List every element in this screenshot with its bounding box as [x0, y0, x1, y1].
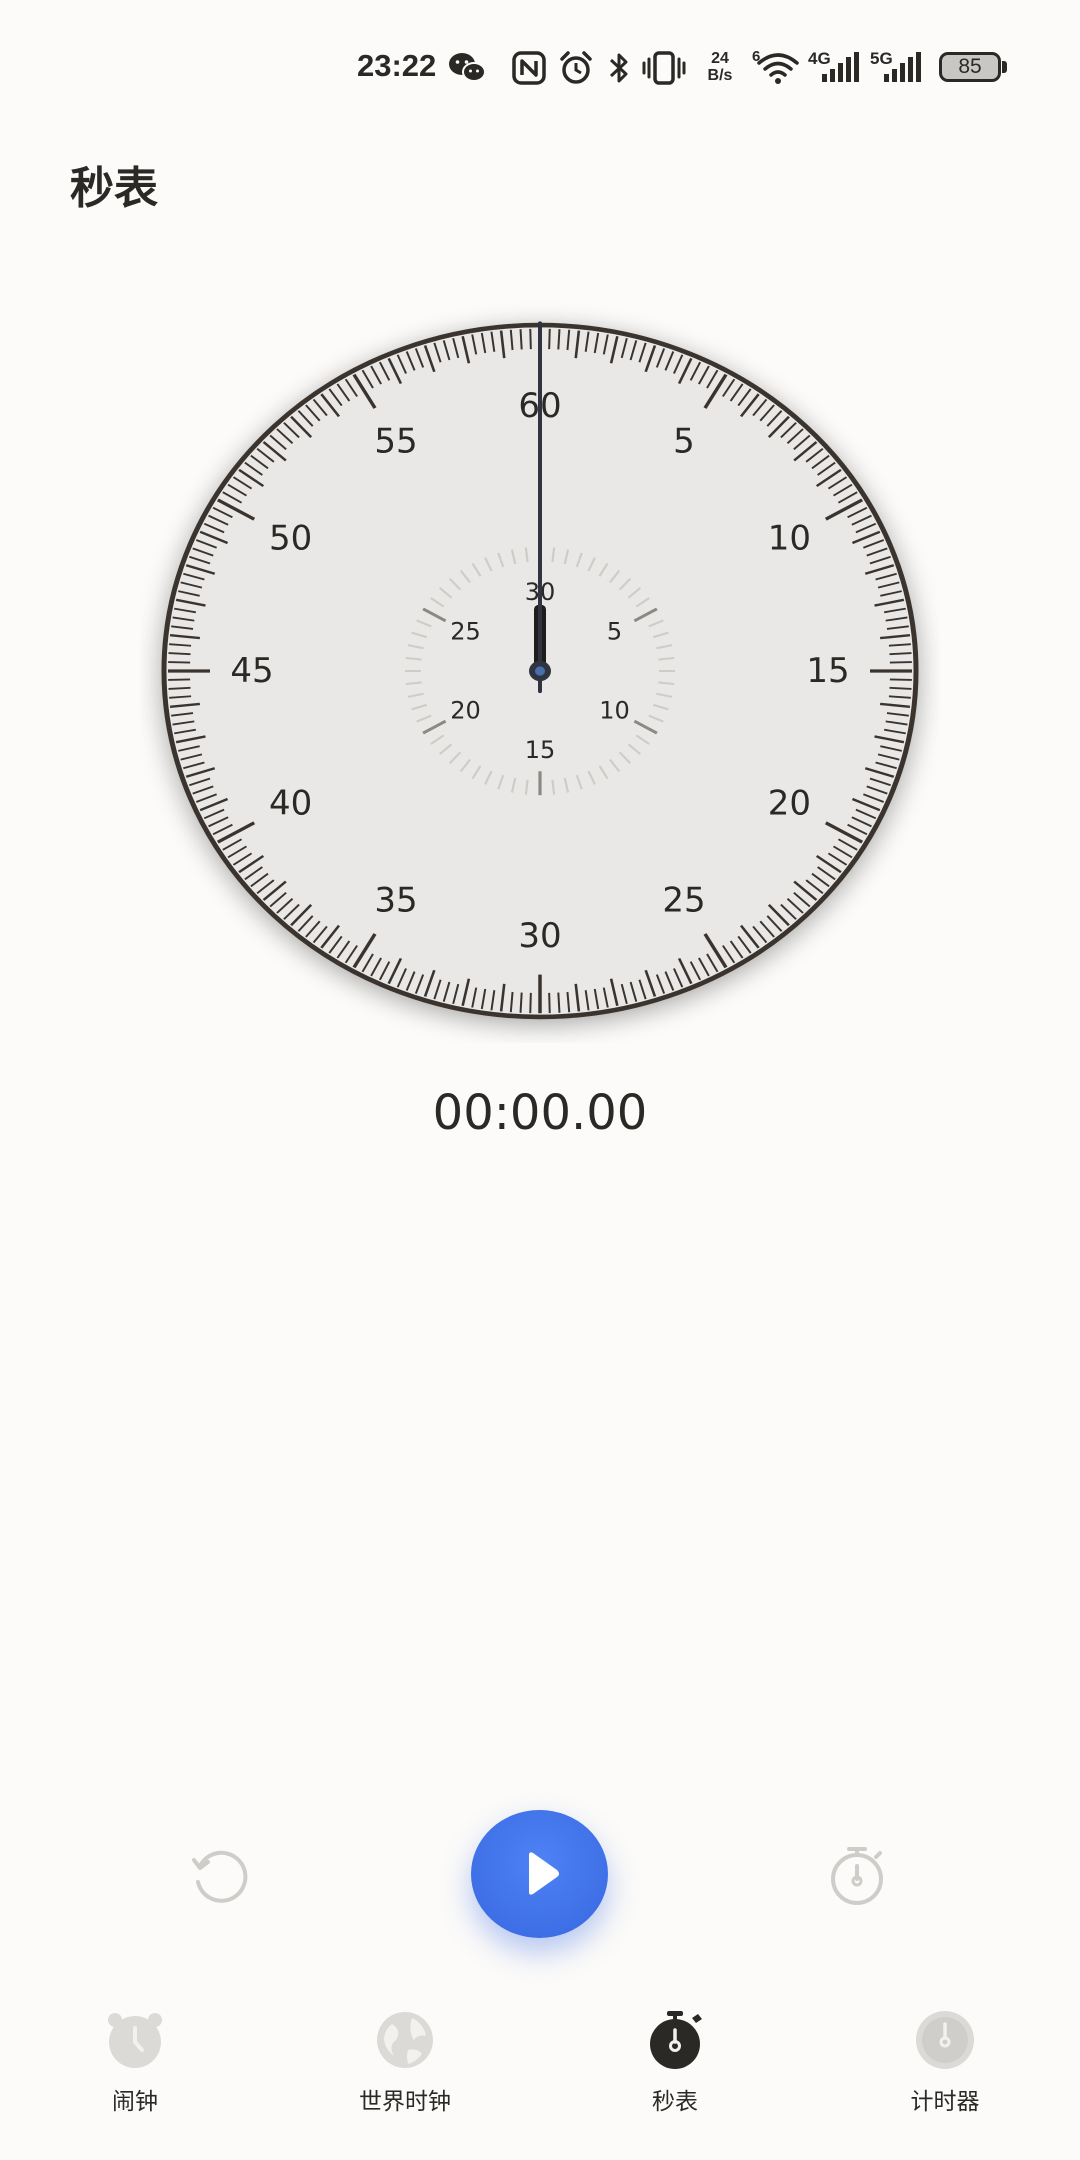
lap-stopwatch-icon [831, 1847, 883, 1905]
stopwatch-dial: 60510152025303540455055 30510152025 [140, 299, 940, 1043]
outer-tick [529, 992, 532, 1014]
page-title: 秒表 [70, 163, 158, 214]
outer-tick [889, 686, 912, 690]
net-speed: 24 B/s [700, 50, 740, 84]
vibrate-icon [642, 51, 686, 85]
globe-icon [377, 2012, 433, 2068]
inner-number: 10 [599, 697, 630, 725]
play-icon [528, 1852, 559, 1895]
battery-icon: 85 [939, 52, 1001, 82]
outer-number: 5 [673, 422, 695, 462]
reset-button[interactable] [180, 1834, 262, 1916]
nav-item-stopwatch[interactable]: 秒表 [595, 2010, 755, 2140]
outer-tick [168, 678, 191, 681]
bottom-nav: 闹钟 世界时钟 秒表 计时器 [0, 2010, 1080, 2160]
battery-tip [1002, 61, 1007, 73]
nav-label: 计时器 [910, 2089, 980, 2115]
bluetooth-icon [609, 53, 628, 83]
signal-icon [822, 52, 859, 82]
outer-number: 10 [768, 519, 811, 559]
hand-hub-center [535, 666, 545, 676]
outer-tick [519, 329, 523, 350]
status-time: 23:22 [357, 48, 437, 83]
outer-tick [889, 678, 912, 681]
net-speed-value: 24 [711, 50, 729, 67]
outer-tick [889, 652, 912, 656]
elapsed-time: 00:00.00 [432, 1085, 648, 1141]
status-bar: 23:22 24 B/s 6 4G 5G 85 [0, 0, 1080, 134]
outer-tick [529, 328, 532, 350]
outer-tick [557, 329, 561, 350]
wechat-icon [449, 53, 486, 82]
outer-tick [519, 992, 523, 1013]
outer-number: 25 [662, 880, 705, 920]
outer-number: 55 [374, 422, 417, 462]
nav-item-timer[interactable]: 计时器 [865, 2010, 1025, 2140]
nav-label: 秒表 [652, 2089, 698, 2115]
outer-number: 30 [518, 916, 561, 956]
inner-number: 20 [450, 697, 481, 725]
outer-tick [548, 992, 551, 1014]
inner-number: 15 [525, 736, 556, 764]
signal-icon [884, 52, 921, 82]
nav-item-alarm[interactable]: 闹钟 [55, 2010, 215, 2140]
net-speed-unit: B/s [707, 67, 733, 84]
outer-tick [557, 992, 561, 1013]
dial-svg: 60510152025303540455055 30510152025 [161, 321, 919, 1020]
outer-tick [889, 661, 912, 664]
alarm-clock-icon [108, 2013, 162, 2068]
outer-tick [168, 686, 191, 690]
reset-icon [192, 1850, 248, 1903]
timer-icon [916, 2011, 974, 2069]
nav-label: 世界时钟 [359, 2089, 451, 2115]
outer-number: 15 [806, 651, 849, 691]
outer-number: 45 [230, 651, 273, 691]
stopwatch-icon [650, 2011, 702, 2069]
outer-number: 35 [374, 880, 417, 920]
nav-item-world-clock[interactable]: 世界时钟 [325, 2010, 485, 2140]
outer-number: 50 [269, 519, 312, 559]
alarm-icon [560, 51, 592, 84]
inner-number: 25 [450, 617, 481, 645]
lap-button[interactable] [816, 1834, 898, 1916]
start-button[interactable] [471, 1810, 608, 1938]
outer-tick [168, 661, 191, 664]
wifi-icon [757, 53, 799, 84]
outer-number: 20 [768, 783, 811, 823]
battery-level: 85 [958, 55, 982, 78]
outer-tick [548, 328, 551, 350]
nfc-icon [512, 51, 546, 85]
outer-tick [168, 652, 191, 656]
inner-number: 5 [607, 617, 622, 645]
nav-label: 闹钟 [112, 2089, 158, 2115]
outer-number: 40 [269, 783, 312, 823]
